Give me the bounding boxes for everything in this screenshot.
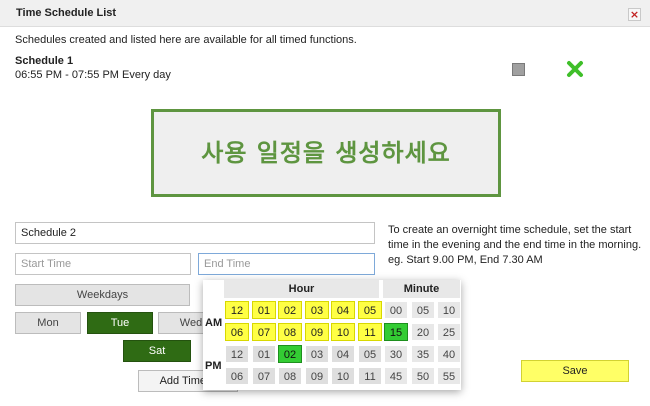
overnight-hint: To create an overnight time schedule, se…: [388, 224, 642, 266]
hour-cell-pm[interactable]: 05: [358, 345, 382, 363]
am-label: AM: [205, 317, 223, 329]
minute-cell[interactable]: 15: [384, 323, 408, 341]
minute-cell[interactable]: 25: [437, 323, 461, 341]
hour-cell-pm[interactable]: 11: [358, 367, 382, 385]
minute-cell[interactable]: 30: [384, 345, 408, 363]
hour-cell-am[interactable]: 04: [331, 301, 355, 319]
hour-cell-am[interactable]: 03: [305, 301, 329, 319]
create-schedule-callout: 사용 일정을 생성하세요: [151, 109, 501, 197]
day-tue-button[interactable]: Tue: [87, 312, 153, 334]
schedule-name-input[interactable]: Schedule 2: [15, 222, 375, 244]
minute-cell[interactable]: 05: [411, 301, 435, 319]
hour-cell-pm[interactable]: 08: [278, 367, 302, 385]
hour-cell-am[interactable]: 01: [252, 301, 276, 319]
hour-cell-pm[interactable]: 01: [252, 345, 276, 363]
hour-cell-am[interactable]: 08: [278, 323, 302, 341]
minute-cell[interactable]: 20: [411, 323, 435, 341]
minute-cell[interactable]: 40: [437, 345, 461, 363]
minute-cell[interactable]: 55: [437, 367, 461, 385]
delete-icon[interactable]: [565, 59, 585, 79]
hour-cell-am[interactable]: 10: [331, 323, 355, 341]
hour-cell-am[interactable]: 09: [305, 323, 329, 341]
close-button[interactable]: ×: [628, 8, 641, 21]
hour-cell-am[interactable]: 11: [358, 323, 382, 341]
pm-label: PM: [205, 360, 222, 372]
hour-cell-am[interactable]: 12: [225, 301, 249, 319]
end-time-input[interactable]: End Time: [198, 253, 375, 275]
hour-cell-am[interactable]: 06: [225, 323, 249, 341]
minute-cell[interactable]: 45: [384, 367, 408, 385]
hour-cell-pm[interactable]: 04: [331, 345, 355, 363]
minute-cell[interactable]: 35: [411, 345, 435, 363]
schedule-enable-toggle[interactable]: [512, 63, 525, 76]
hour-cell-pm[interactable]: 07: [252, 367, 276, 385]
weekdays-button[interactable]: Weekdays: [15, 284, 190, 306]
day-sat-button[interactable]: Sat: [123, 340, 191, 362]
hour-cell-pm[interactable]: 12: [225, 345, 249, 363]
schedule-name: Schedule 1: [15, 55, 74, 67]
minute-cell[interactable]: 10: [437, 301, 461, 319]
day-mon-button[interactable]: Mon: [15, 312, 81, 334]
save-button[interactable]: Save: [521, 360, 629, 382]
hour-cell-pm[interactable]: 10: [331, 367, 355, 385]
description-text: Schedules created and listed here are av…: [15, 34, 357, 46]
hour-cell-am[interactable]: 05: [358, 301, 382, 319]
hour-cell-pm[interactable]: 09: [305, 367, 329, 385]
start-time-input[interactable]: Start Time: [15, 253, 191, 275]
schedule-time: 06:55 PM - 07:55 PM Every day: [15, 69, 171, 81]
dialog-title: Time Schedule List: [16, 7, 117, 19]
hour-cell-pm[interactable]: 06: [225, 367, 249, 385]
hour-cell-am[interactable]: 07: [252, 323, 276, 341]
minute-header: Minute: [383, 280, 460, 298]
hour-cell-am[interactable]: 02: [278, 301, 302, 319]
minute-cell[interactable]: 50: [411, 367, 435, 385]
hour-cell-pm[interactable]: 02: [278, 345, 302, 363]
hour-header: Hour: [224, 280, 379, 298]
hour-cell-pm[interactable]: 03: [305, 345, 329, 363]
minute-cell[interactable]: 00: [384, 301, 408, 319]
